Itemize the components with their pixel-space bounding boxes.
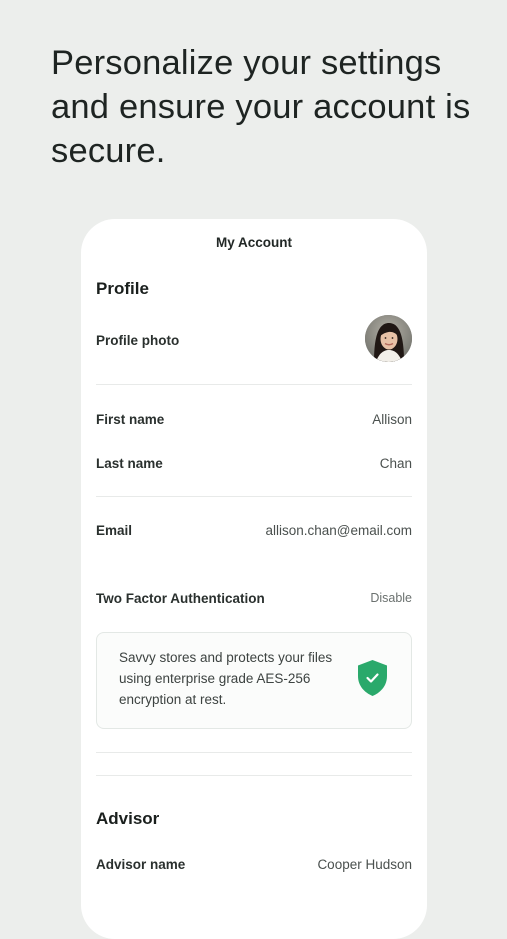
first-name-value: Allison	[372, 411, 412, 427]
security-note: Savvy stores and protects your files usi…	[119, 650, 333, 707]
divider	[96, 384, 412, 385]
phone-screen: My Account Profile Profile photo First n…	[81, 219, 427, 939]
email-value: allison.chan@email.com	[265, 522, 412, 538]
last-name-row[interactable]: Last name Chan	[96, 453, 412, 473]
two-factor-disable-button[interactable]: Disable	[370, 591, 412, 605]
two-factor-row: Two Factor Authentication Disable	[96, 588, 412, 608]
advisor-name-value: Cooper Hudson	[317, 856, 412, 872]
two-factor-label: Two Factor Authentication	[96, 590, 265, 606]
first-name-row[interactable]: First name Allison	[96, 409, 412, 429]
advisor-name-row[interactable]: Advisor name Cooper Hudson	[96, 854, 412, 874]
shield-check-icon	[358, 660, 387, 696]
email-row[interactable]: Email allison.chan@email.com	[96, 520, 412, 540]
profile-photo-label: Profile photo	[96, 332, 180, 348]
divider	[96, 496, 412, 497]
avatar[interactable]	[365, 315, 412, 362]
divider	[96, 752, 412, 753]
headline: Personalize your settings and ensure you…	[51, 44, 471, 170]
profile-section-title: Profile	[96, 279, 149, 298]
advisor-name-label: Advisor name	[96, 856, 186, 872]
last-name-label: Last name	[96, 455, 163, 471]
screen-title: My Account	[215, 235, 292, 250]
avatar-photo	[365, 315, 412, 362]
first-name-label: First name	[96, 411, 165, 427]
last-name-value: Chan	[379, 455, 412, 471]
security-info-box: Savvy stores and protects your files usi…	[96, 632, 412, 729]
email-label: Email	[96, 522, 133, 538]
divider	[96, 775, 412, 776]
advisor-section-title: Advisor	[96, 809, 160, 828]
